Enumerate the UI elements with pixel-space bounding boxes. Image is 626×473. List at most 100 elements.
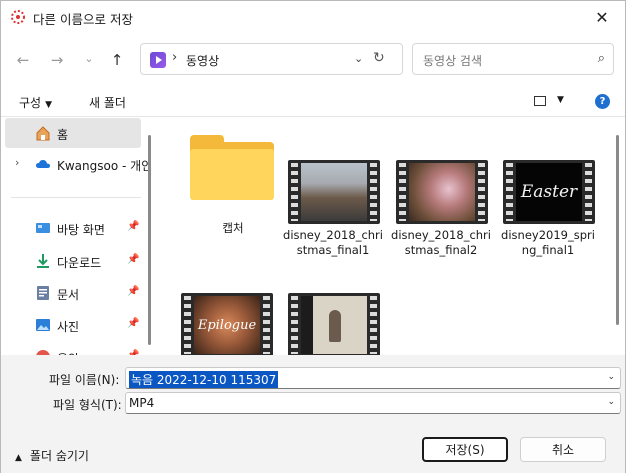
desktop-icon <box>36 223 50 233</box>
videos-folder-icon <box>150 52 166 68</box>
organize-button[interactable]: 구성 ▼ <box>19 94 52 111</box>
folder-item[interactable]: 캡처 <box>176 135 276 255</box>
folder-icon <box>176 135 274 200</box>
video-thumbnail <box>288 160 380 224</box>
search-input[interactable]: 동영상 검색 <box>423 52 482 69</box>
navigation-pane: 홈 › Kwangsoo - 개인 바탕 화면 📌 다운로드 📌 문서 📌 사진… <box>1 117 156 355</box>
sidebar-item-music[interactable]: 음악 📌 <box>5 342 141 355</box>
file-name: disney2019_spring_final1 <box>501 228 595 257</box>
sidebar-item-label: 문서 <box>57 288 80 302</box>
save-button[interactable]: 저장(S) <box>422 437 508 462</box>
film-strip-icon: Easter <box>503 160 595 224</box>
filetype-label: 파일 형식(T): <box>53 398 122 412</box>
sidebar-item-label: 다운로드 <box>57 256 102 270</box>
up-arrow-icon: ↑ <box>110 51 124 69</box>
download-icon <box>37 254 49 268</box>
divider <box>11 197 141 198</box>
app-icon <box>11 10 25 24</box>
pin-icon: 📌 <box>127 286 140 297</box>
video-file-item[interactable] <box>283 293 383 355</box>
figure-shape <box>329 310 341 342</box>
title-bar: 다른 이름으로 저장 ✕ <box>1 1 625 33</box>
video-file-item[interactable]: Epilogue <box>176 293 276 355</box>
view-caret-down-icon[interactable]: ▼ <box>557 95 564 105</box>
cloud-icon <box>36 159 50 168</box>
filename-label: 파일 이름(N): <box>49 373 120 387</box>
address-bar[interactable]: › 동영상 ⌄ ↻ <box>140 43 403 75</box>
video-file-item[interactable]: Easter disney2019_spring_final1 <box>498 160 598 260</box>
video-frame <box>301 296 367 354</box>
pictures-icon <box>36 319 50 331</box>
sidebar-scrollbar[interactable] <box>148 135 151 345</box>
back-button[interactable]: ← <box>11 50 35 70</box>
filetype-select[interactable]: MP4 ⌄ <box>125 392 621 414</box>
video-thumbnail <box>396 160 488 224</box>
film-strip-icon <box>288 160 380 224</box>
video-file-item[interactable]: disney_2018_christmas_final1 <box>283 160 383 260</box>
thumbnail-caption: Epilogue <box>197 317 257 333</box>
search-box[interactable]: 동영상 검색 ⌕ <box>412 43 614 75</box>
sidebar-item-desktop[interactable]: 바탕 화면 📌 <box>5 213 141 243</box>
sidebar-item-home[interactable]: 홈 <box>5 118 141 148</box>
film-strip-icon <box>396 160 488 224</box>
thumbnail-caption: Easter <box>520 182 578 202</box>
video-frame: Easter <box>516 163 582 221</box>
document-icon <box>37 286 49 300</box>
sidebar-item-label: Kwangsoo - 개인 <box>57 159 153 173</box>
view-mode-icon[interactable] <box>534 96 546 106</box>
file-list-scrollbar[interactable] <box>610 117 625 355</box>
caret-down-icon: ▼ <box>45 100 53 110</box>
video-file-item[interactable]: disney_2018_christmas_final2 <box>391 160 491 260</box>
new-folder-button[interactable]: 새 폴더 <box>89 94 126 111</box>
command-bar: 구성 ▼ 새 폴더 ▼ ? <box>1 85 625 117</box>
filetype-dropdown-icon[interactable]: ⌄ <box>607 397 615 407</box>
sidebar-item-label: 사진 <box>57 320 80 334</box>
help-button[interactable]: ? <box>595 94 610 109</box>
recent-locations-button[interactable]: ⌄ <box>77 48 101 68</box>
sidebar-item-downloads[interactable]: 다운로드 📌 <box>5 246 141 276</box>
filetype-value: MP4 <box>129 396 155 410</box>
home-icon <box>36 126 50 141</box>
address-dropdown-icon[interactable]: ⌄ <box>354 52 363 65</box>
folder-front <box>190 149 274 200</box>
up-button[interactable]: ↑ <box>105 50 129 70</box>
sidebar-item-onedrive[interactable]: › Kwangsoo - 개인 <box>5 149 152 179</box>
save-as-dialog: 다른 이름으로 저장 ✕ ← → ⌄ ↑ › 동영상 ⌄ ↻ 동영상 검색 ⌕ … <box>0 0 626 473</box>
sidebar-item-label: 바탕 화면 <box>57 223 105 237</box>
expand-chevron-icon[interactable]: › <box>15 156 19 169</box>
forward-arrow-icon: → <box>50 51 64 69</box>
chevron-down-icon: ⌄ <box>84 51 94 65</box>
close-icon: ✕ <box>595 7 609 27</box>
sidebar-item-pictures[interactable]: 사진 📌 <box>5 310 141 340</box>
film-strip-icon <box>288 293 380 355</box>
save-options-panel: 파일 이름(N): 녹음 2022-12-10 115307 ⌄ 파일 형식(T… <box>1 355 625 473</box>
window-title: 다른 이름으로 저장 <box>33 12 133 27</box>
breadcrumb-separator: › <box>172 50 178 65</box>
scrollbar-thumb[interactable] <box>616 135 619 325</box>
navigation-bar: ← → ⌄ ↑ › 동영상 ⌄ ↻ 동영상 검색 ⌕ <box>1 33 625 85</box>
forward-button[interactable]: → <box>45 50 69 70</box>
video-frame <box>409 163 475 221</box>
refresh-icon[interactable]: ↻ <box>373 50 385 66</box>
filename-input[interactable]: 녹음 2022-12-10 115307 <box>129 371 279 388</box>
sidebar-item-label: 홈 <box>57 128 69 142</box>
breadcrumb-location[interactable]: 동영상 <box>186 52 219 69</box>
hide-folders-label: 폴더 숨기기 <box>29 449 89 463</box>
organize-label: 구성 <box>19 96 42 110</box>
video-thumbnail: Epilogue <box>181 293 273 355</box>
close-button[interactable]: ✕ <box>579 1 625 33</box>
filename-field[interactable]: 녹음 2022-12-10 115307 ⌄ <box>125 367 621 389</box>
pin-icon: 📌 <box>127 318 140 329</box>
pin-icon: 📌 <box>127 254 140 265</box>
file-name: disney_2018_christmas_final1 <box>283 228 383 257</box>
chevron-up-icon: ▲ <box>15 453 22 463</box>
sidebar-item-documents[interactable]: 문서 📌 <box>5 278 141 308</box>
video-frame <box>301 163 367 221</box>
search-icon: ⌕ <box>597 51 605 66</box>
hide-folders-button[interactable]: ▲ 폴더 숨기기 <box>15 447 89 464</box>
film-strip-icon: Epilogue <box>181 293 273 355</box>
cancel-button[interactable]: 취소 <box>520 437 606 462</box>
pin-icon: 📌 <box>127 221 140 232</box>
filename-dropdown-icon[interactable]: ⌄ <box>607 372 615 382</box>
video-thumbnail <box>288 293 380 355</box>
